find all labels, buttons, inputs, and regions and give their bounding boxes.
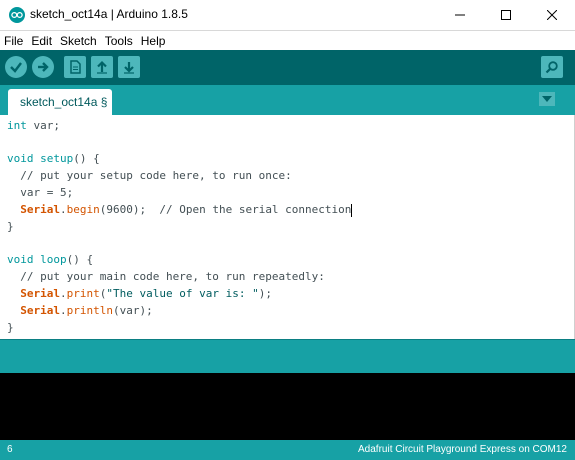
code-line: void setup() { bbox=[7, 152, 100, 165]
minimize-icon bbox=[455, 14, 465, 16]
toolbar bbox=[0, 50, 575, 85]
line-number: 6 bbox=[7, 444, 13, 455]
code-line: Serial.print("The value of var is: "); bbox=[20, 287, 272, 300]
magnifier-icon bbox=[545, 61, 558, 74]
close-icon bbox=[547, 10, 557, 20]
triangle-down-icon bbox=[542, 96, 552, 102]
new-file-icon bbox=[70, 60, 81, 74]
save-button[interactable] bbox=[118, 56, 140, 78]
code-comment: // put your setup code here, to run once… bbox=[7, 169, 292, 182]
verify-button[interactable] bbox=[5, 56, 27, 78]
status-bar: 6 Adafruit Circuit Playground Express on… bbox=[0, 440, 575, 460]
arrow-up-icon bbox=[97, 60, 107, 74]
tab-menu-button[interactable] bbox=[539, 92, 555, 106]
tab-label: sketch_oct14a § bbox=[20, 95, 108, 109]
tab-strip: sketch_oct14a § bbox=[0, 85, 575, 115]
title-bar: sketch_oct14a | Arduino 1.8.5 bbox=[0, 0, 575, 31]
minimize-button[interactable] bbox=[437, 0, 483, 30]
tab-sketch[interactable]: sketch_oct14a § bbox=[8, 89, 112, 115]
upload-button[interactable] bbox=[32, 56, 54, 78]
code-comment: // put your main code here, to run repea… bbox=[7, 270, 325, 283]
checkmark-icon bbox=[10, 62, 22, 73]
menu-bar: File Edit Sketch Tools Help bbox=[0, 31, 575, 50]
code-line: var = 5; bbox=[7, 186, 74, 199]
maximize-button[interactable] bbox=[483, 0, 529, 30]
menu-file[interactable]: File bbox=[0, 34, 27, 48]
maximize-icon bbox=[501, 10, 511, 20]
code-editor[interactable]: int var; void setup() { // put your setu… bbox=[0, 115, 575, 339]
arduino-logo-icon bbox=[9, 7, 25, 23]
code-line: Serial.println(var); bbox=[20, 304, 153, 317]
code-line: void loop() { bbox=[7, 253, 94, 266]
new-button[interactable] bbox=[64, 56, 86, 78]
menu-sketch[interactable]: Sketch bbox=[56, 34, 101, 48]
code-line: } bbox=[7, 321, 14, 334]
menu-tools[interactable]: Tools bbox=[101, 34, 137, 48]
message-area bbox=[0, 339, 575, 373]
code-line: Serial.begin(9600); // Open the serial c… bbox=[20, 203, 353, 217]
open-button[interactable] bbox=[91, 56, 113, 78]
console-output[interactable] bbox=[0, 373, 575, 440]
arrow-right-icon bbox=[38, 62, 49, 72]
window-title: sketch_oct14a | Arduino 1.8.5 bbox=[30, 7, 188, 21]
serial-monitor-button[interactable] bbox=[541, 56, 563, 78]
code-line: } bbox=[7, 220, 14, 233]
board-port-label: Adafruit Circuit Playground Express on C… bbox=[358, 444, 567, 455]
code-line: int var; bbox=[7, 119, 60, 132]
menu-help[interactable]: Help bbox=[137, 34, 170, 48]
arrow-down-icon bbox=[124, 62, 134, 74]
menu-edit[interactable]: Edit bbox=[27, 34, 56, 48]
text-cursor bbox=[351, 203, 353, 217]
close-button[interactable] bbox=[529, 0, 575, 30]
